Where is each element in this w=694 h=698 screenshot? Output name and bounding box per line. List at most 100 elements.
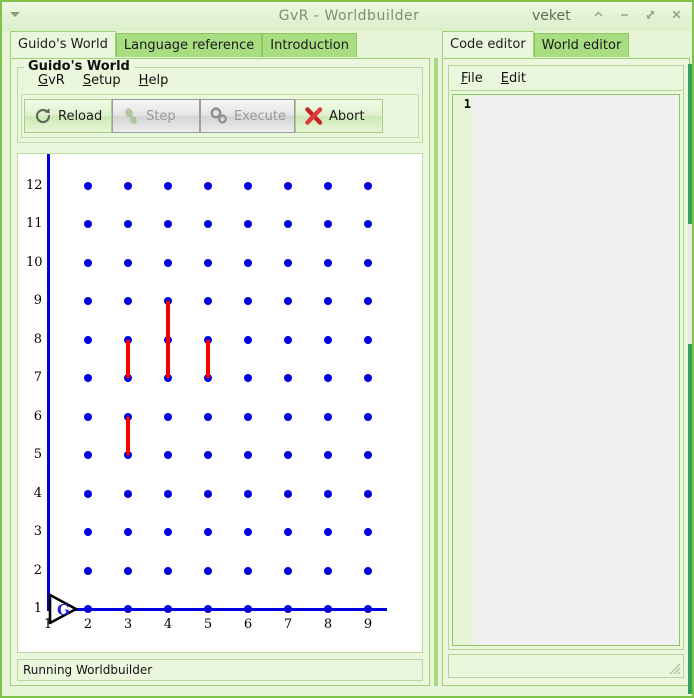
grid-dot[interactable] [204,566,212,575]
tab-introduction[interactable]: Introduction [262,33,357,57]
grid-dot[interactable] [204,528,212,536]
reload-button[interactable]: Reload [24,99,112,133]
grid-dot[interactable] [244,297,252,305]
grid-dot[interactable] [164,451,172,459]
grid-dot[interactable] [284,451,292,459]
grid-dot[interactable] [284,412,292,421]
grid-dot[interactable] [324,374,332,382]
grid-dot[interactable] [284,374,292,382]
grid-dot[interactable] [284,566,292,575]
grid-dot[interactable] [124,605,132,613]
grid-dot[interactable] [124,566,132,575]
grid-dot[interactable] [364,489,372,498]
grid-dot[interactable] [324,181,332,190]
grid-dot[interactable] [204,605,212,613]
grid-dot[interactable] [84,566,92,575]
grid-dot[interactable] [324,297,332,305]
grid-dot[interactable] [124,258,132,267]
grid-dot[interactable] [364,181,372,190]
grid-dot[interactable] [364,566,372,575]
grid-dot[interactable] [324,258,332,267]
grid-dot[interactable] [364,220,372,228]
grid-dot[interactable] [204,412,212,421]
shade-button[interactable] [591,6,606,22]
grid-dot[interactable] [124,489,132,498]
grid-dot[interactable] [364,335,372,344]
grid-dot[interactable] [364,605,372,613]
grid-dot[interactable] [284,220,292,228]
grid-dot[interactable] [244,412,252,421]
step-button[interactable]: Step [112,99,200,133]
grid-dot[interactable] [284,181,292,190]
grid-dot[interactable] [324,528,332,536]
grid-dot[interactable] [284,605,292,613]
grid-dot[interactable] [284,489,292,498]
grid-dot[interactable] [364,297,372,305]
grid-dot[interactable] [164,489,172,498]
grid-dot[interactable] [284,297,292,305]
grid-dot[interactable] [324,605,332,613]
grid-dot[interactable] [84,489,92,498]
grid-dot[interactable] [324,335,332,344]
minimize-button[interactable] [617,6,632,22]
grid-dot[interactable] [84,451,92,459]
wall-segment[interactable] [166,301,170,378]
grid-dot[interactable] [124,181,132,190]
grid-dot[interactable] [164,605,172,613]
grid-dot[interactable] [124,220,132,228]
grid-dot[interactable] [364,412,372,421]
grid-dot[interactable] [164,528,172,536]
grid-dot[interactable] [84,220,92,228]
grid-dot[interactable] [204,297,212,305]
world-canvas[interactable]: 1 2 3 4 5 6 7 8 9 10 11 12 1 2 3 4 5 6 7 8 9 G [18,154,422,652]
wall-segment[interactable] [206,339,210,378]
grid-dot[interactable] [204,489,212,498]
close-button[interactable] [669,6,684,22]
robot-guido[interactable]: G [46,593,80,625]
grid-dot[interactable] [244,335,252,344]
window-scrollbar[interactable] [688,64,692,694]
grid-dot[interactable] [324,220,332,228]
grid-dot[interactable] [244,181,252,190]
maximize-button[interactable] [643,6,658,22]
scrollbar-track[interactable] [688,64,692,694]
code-editor-area[interactable]: 1 [452,94,680,646]
grid-dot[interactable] [164,412,172,421]
grid-dot[interactable] [204,220,212,228]
menu-help[interactable]: Help [136,72,172,89]
code-text-area[interactable] [473,95,679,645]
grid-dot[interactable] [244,451,252,459]
grid-dot[interactable] [364,528,372,536]
grid-dot[interactable] [324,489,332,498]
grid-dot[interactable] [324,451,332,459]
grid-dot[interactable] [164,181,172,190]
grid-dot[interactable] [84,412,92,421]
grid-dot[interactable] [284,528,292,536]
tab-language-reference[interactable]: Language reference [115,33,263,57]
grid-dot[interactable] [84,374,92,382]
grid-dot[interactable] [84,528,92,536]
grid-dot[interactable] [244,528,252,536]
grid-dot[interactable] [84,297,92,305]
grid-dot[interactable] [284,335,292,344]
menu-file[interactable]: File [458,70,486,87]
grid-dot[interactable] [244,374,252,382]
menu-setup[interactable]: Setup [80,72,124,89]
grid-dot[interactable] [164,220,172,228]
grid-dot[interactable] [124,297,132,305]
wall-segment[interactable] [126,416,130,455]
wall-segment[interactable] [126,339,130,378]
grid-dot[interactable] [84,605,92,613]
grid-dot[interactable] [364,451,372,459]
grid-dot[interactable] [164,258,172,267]
grid-dot[interactable] [124,528,132,536]
grid-dot[interactable] [84,335,92,344]
grid-dot[interactable] [244,605,252,613]
abort-button[interactable]: Abort [295,99,383,133]
grid-dot[interactable] [284,258,292,267]
tab-code-editor[interactable]: Code editor [442,31,534,57]
tab-guidos-world[interactable]: Guido's World [10,31,116,57]
execute-button[interactable]: Execute [200,99,295,133]
panel-splitter[interactable] [433,58,439,686]
grid-dot[interactable] [84,258,92,267]
